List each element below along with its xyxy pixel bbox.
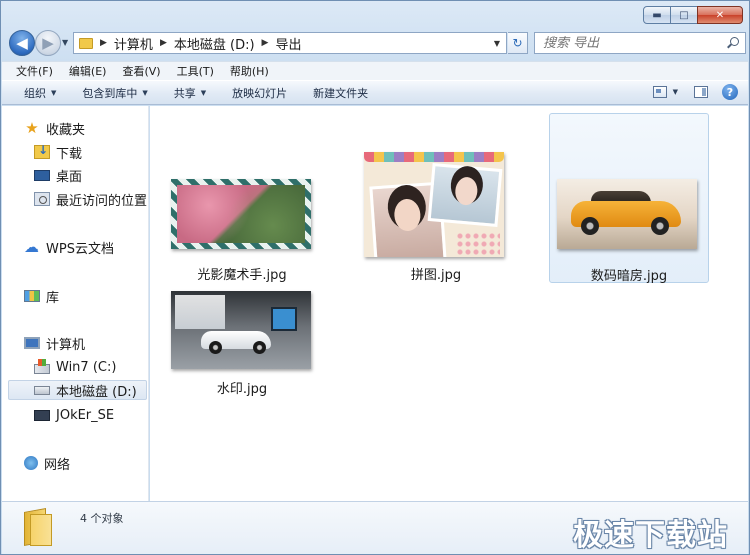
breadcrumb-separator[interactable]: ▶ xyxy=(100,38,107,48)
explorer-window: ▬ □ ✕ ◀ ▶ ▼ ▶ 计算机 ▶ 本地磁盘 (D:) ▶ 导出 ▼ ↻ 文… xyxy=(0,0,750,555)
sidebar-item-computer[interactable]: 计算机 xyxy=(24,333,85,353)
chevron-down-icon: ▼ xyxy=(142,88,148,97)
include-in-library-button[interactable]: 包含到库中 ▼ xyxy=(82,85,147,101)
breadcrumb-separator[interactable]: ▶ xyxy=(262,38,269,48)
details-pane: 4 个对象 极速下载站 xyxy=(2,501,748,554)
image-thumbnail xyxy=(171,179,311,249)
system-drive-icon xyxy=(34,359,50,374)
menu-help[interactable]: 帮助(H) xyxy=(230,63,269,79)
file-name: 水印.jpg xyxy=(216,382,268,397)
sidebar-item-label: 收藏夹 xyxy=(46,122,86,138)
include-in-library-label: 包含到库中 xyxy=(82,86,138,100)
maximize-button[interactable]: □ xyxy=(670,6,698,24)
command-bar: 组织 ▼ 包含到库中 ▼ 共享 ▼ 放映幻灯片 新建文件夹 ▼ ? xyxy=(2,80,748,105)
sidebar-item-label: 下载 xyxy=(56,146,83,162)
sidebar-item-label: 本地磁盘 (D:) xyxy=(56,384,137,400)
menu-bar: 文件(F) 编辑(E) 查看(V) 工具(T) 帮助(H) xyxy=(2,61,748,80)
navigation-pane: ★ 收藏夹 下载 桌面 最近访问的位置 ☁ WPS云文档 库 计算机 xyxy=(2,106,149,501)
star-icon: ★ xyxy=(25,119,39,137)
sidebar-item-label: Win7 (C:) xyxy=(56,359,117,375)
file-name: 光影魔术手.jpg xyxy=(197,268,287,283)
forward-button[interactable]: ▶ xyxy=(35,30,61,56)
sidebar-item-label: 网络 xyxy=(44,457,71,473)
breadcrumb-export[interactable]: 导出 xyxy=(275,34,301,53)
share-label: 共享 xyxy=(173,86,196,100)
search-box[interactable] xyxy=(534,32,746,54)
sidebar-item-label: WPS云文档 xyxy=(46,241,114,257)
slideshow-label: 放映幻灯片 xyxy=(232,86,288,100)
menu-file[interactable]: 文件(F) xyxy=(16,63,53,79)
computer-icon xyxy=(24,337,40,349)
refresh-button[interactable]: ↻ xyxy=(508,32,528,54)
caption-buttons: ▬ □ ✕ xyxy=(643,6,743,24)
navigation-row: ◀ ▶ ▼ ▶ 计算机 ▶ 本地磁盘 (D:) ▶ 导出 ▼ ↻ xyxy=(7,29,746,57)
menu-view[interactable]: 查看(V) xyxy=(122,63,160,79)
sidebar-item-label: JOkEr_SE xyxy=(56,407,115,423)
organize-button[interactable]: 组织 ▼ xyxy=(24,85,56,101)
sidebar-item-label: 桌面 xyxy=(56,169,83,185)
breadcrumb-separator[interactable]: ▶ xyxy=(160,38,167,48)
image-thumbnail xyxy=(557,179,697,249)
preview-pane-icon[interactable] xyxy=(694,86,708,98)
library-icon xyxy=(24,290,40,302)
search-icon[interactable] xyxy=(727,37,739,49)
recent-places-icon xyxy=(34,192,50,206)
sidebar-item-drive-c[interactable]: Win7 (C:) xyxy=(34,357,116,377)
desktop-icon xyxy=(34,169,50,181)
close-button[interactable]: ✕ xyxy=(697,6,743,24)
new-folder-label: 新建文件夹 xyxy=(313,86,369,100)
slideshow-button[interactable]: 放映幻灯片 xyxy=(232,85,287,101)
sidebar-item-favorites[interactable]: ★ 收藏夹 xyxy=(24,118,85,138)
item-count: 4 个对象 xyxy=(80,512,124,525)
sidebar-item-libraries[interactable]: 库 xyxy=(24,286,59,306)
file-name: 数码暗房.jpg xyxy=(590,269,668,284)
new-folder-button[interactable]: 新建文件夹 xyxy=(313,85,368,101)
drive-icon xyxy=(34,385,50,395)
download-folder-icon xyxy=(34,143,50,159)
chevron-down-icon: ▼ xyxy=(51,88,57,97)
address-bar[interactable]: ▶ 计算机 ▶ 本地磁盘 (D:) ▶ 导出 ▼ xyxy=(73,32,507,54)
sidebar-item-drive-d[interactable]: 本地磁盘 (D:) xyxy=(8,380,147,400)
address-history-dropdown[interactable]: ▼ xyxy=(494,39,500,48)
sidebar-item-desktop[interactable]: 桌面 xyxy=(34,165,82,185)
cloud-icon: ☁ xyxy=(24,238,39,256)
help-icon[interactable]: ? xyxy=(722,84,738,100)
sidebar-item-usb-drive[interactable]: JOkEr_SE xyxy=(34,405,114,425)
site-watermark: 极速下载站 xyxy=(573,518,728,553)
network-icon xyxy=(24,456,38,470)
view-controls: ▼ ? xyxy=(652,84,738,100)
search-input[interactable] xyxy=(543,35,713,51)
folder-icon xyxy=(22,508,56,546)
share-button[interactable]: 共享 ▼ xyxy=(174,85,206,101)
image-thumbnail xyxy=(364,152,504,257)
folder-icon xyxy=(79,37,93,49)
breadcrumb-computer[interactable]: 计算机 xyxy=(114,34,153,53)
file-list[interactable]: 光影魔术手.jpg 拼图.jpg 数码暗房.jpg 水印.jpg xyxy=(150,106,748,501)
chevron-down-icon[interactable]: ▼ xyxy=(673,88,678,96)
file-tile[interactable]: 光影魔术手.jpg xyxy=(162,114,322,284)
sidebar-item-wps-cloud[interactable]: ☁ WPS云文档 xyxy=(24,237,114,257)
back-button[interactable]: ◀ xyxy=(9,30,35,56)
file-tile[interactable]: 数码暗房.jpg xyxy=(549,113,709,284)
sidebar-item-label: 计算机 xyxy=(46,337,86,353)
sidebar-item-downloads[interactable]: 下载 xyxy=(34,142,82,162)
file-tile[interactable]: 拼图.jpg xyxy=(356,114,516,284)
sidebar-item-network[interactable]: 网络 xyxy=(24,453,70,473)
sidebar-item-label: 最近访问的位置 xyxy=(56,193,148,209)
menu-tools[interactable]: 工具(T) xyxy=(177,63,214,79)
file-name: 拼图.jpg xyxy=(410,268,462,283)
menu-edit[interactable]: 编辑(E) xyxy=(69,63,107,79)
breadcrumb-drive-d[interactable]: 本地磁盘 (D:) xyxy=(174,34,255,53)
usb-drive-icon xyxy=(34,409,50,421)
chevron-down-icon: ▼ xyxy=(200,88,207,97)
minimize-button[interactable]: ▬ xyxy=(643,6,671,24)
organize-label: 组织 xyxy=(24,86,46,100)
sidebar-item-label: 库 xyxy=(46,290,60,306)
sidebar-item-recent-places[interactable]: 最近访问的位置 xyxy=(34,189,147,209)
recent-pages-dropdown[interactable]: ▼ xyxy=(62,38,68,47)
image-thumbnail xyxy=(171,291,311,369)
change-view-icon[interactable] xyxy=(652,86,667,98)
file-tile[interactable]: 水印.jpg xyxy=(162,284,322,402)
